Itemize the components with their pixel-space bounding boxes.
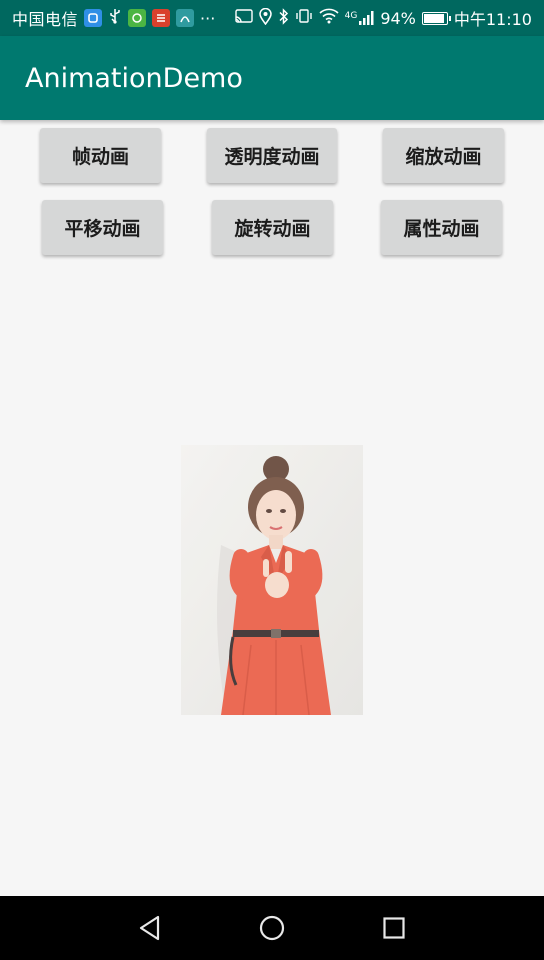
battery-percent: 94% bbox=[380, 8, 416, 28]
wifi-icon bbox=[319, 8, 339, 28]
translate-animation-button[interactable]: 平移动画 bbox=[42, 200, 163, 255]
bluetooth-icon bbox=[278, 7, 289, 29]
status-bar-left: 中国电信 ··· bbox=[12, 6, 215, 30]
battery-icon bbox=[421, 11, 451, 25]
screen: 中国电信 ··· 4G 94% 中午11:10 AnimationDemo 帧动… bbox=[0, 0, 544, 960]
alpha-animation-button[interactable]: 透明度动画 bbox=[207, 128, 337, 183]
app-icon-1 bbox=[84, 9, 103, 27]
animated-photo bbox=[181, 445, 363, 715]
status-bar-right: 4G 94% 中午11:10 bbox=[234, 6, 532, 30]
overflow-indicator: ··· bbox=[200, 8, 216, 28]
home-icon[interactable] bbox=[254, 910, 290, 946]
signal-icon: 4G bbox=[345, 11, 375, 25]
back-icon[interactable] bbox=[132, 910, 168, 946]
property-animation-button[interactable]: 属性动画 bbox=[381, 200, 502, 255]
network-type-label: 4G bbox=[344, 11, 358, 21]
vibrate-icon bbox=[295, 8, 313, 28]
app-title: AnimationDemo bbox=[25, 62, 243, 94]
app-icon-4 bbox=[176, 9, 195, 27]
rotate-animation-button[interactable]: 旋转动画 bbox=[212, 200, 333, 255]
status-bar: 中国电信 ··· 4G 94% 中午11:10 bbox=[0, 0, 544, 36]
carrier-label: 中国电信 bbox=[12, 10, 79, 29]
location-icon bbox=[258, 7, 272, 29]
clock: 中午11:10 bbox=[453, 10, 532, 29]
cast-icon bbox=[234, 8, 253, 28]
app-icon-2 bbox=[128, 9, 147, 27]
app-icon-3 bbox=[152, 9, 171, 27]
scale-animation-button[interactable]: 缩放动画 bbox=[383, 128, 504, 183]
recents-icon[interactable] bbox=[376, 910, 412, 946]
frame-animation-button[interactable]: 帧动画 bbox=[40, 128, 161, 183]
battery-fill bbox=[423, 13, 444, 23]
navigation-bar bbox=[0, 896, 544, 960]
app-bar: AnimationDemo bbox=[0, 36, 544, 120]
photo-illustration bbox=[181, 445, 363, 715]
usb-icon bbox=[108, 8, 122, 28]
